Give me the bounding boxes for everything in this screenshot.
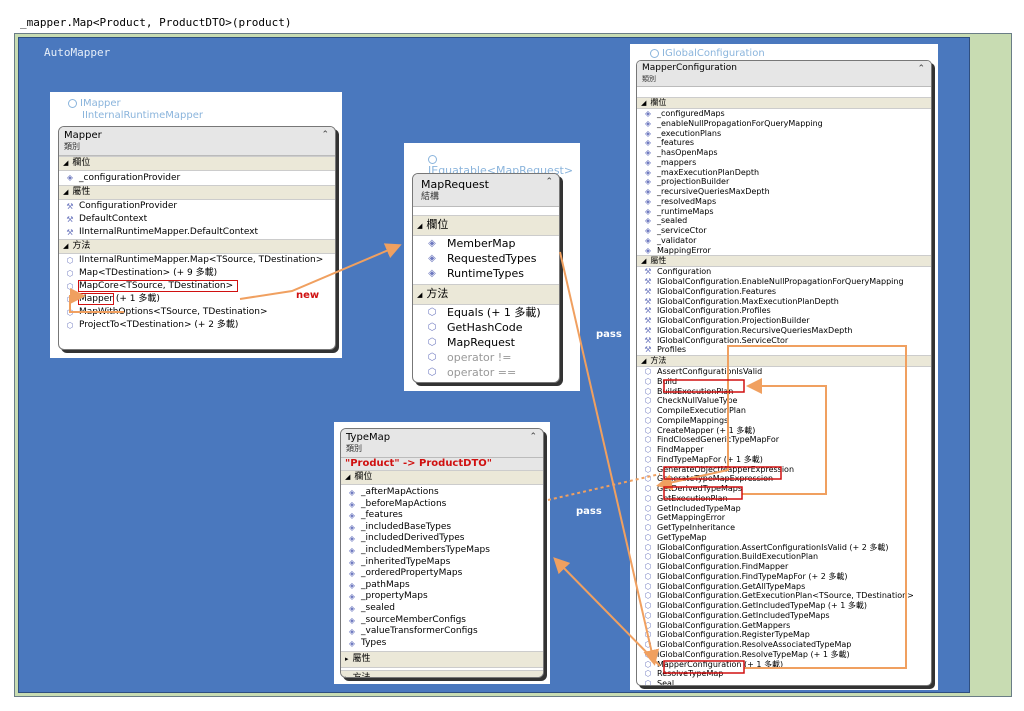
highlight-buildexecutionplan	[663, 379, 745, 393]
highlight-getexecutionplan	[663, 486, 743, 500]
arrow-loop-getexecutionplan-to-buildexecutionplan	[742, 378, 827, 495]
label-pass-2: pass	[576, 506, 602, 517]
dotted-typemap-link	[547, 473, 661, 501]
highlight-resolvetypemap	[663, 660, 745, 674]
label-pass-1: pass	[596, 329, 622, 340]
highlight-generatetypemapexpression	[663, 466, 782, 480]
arrow-maprequest-to-resolvetypemap	[559, 251, 660, 666]
arrow-loop-resolvetypemap-to-getexecutionplan	[656, 345, 907, 669]
arrow-resolvetypemap-to-typemap	[553, 557, 661, 667]
label-new: new	[296, 290, 320, 301]
connector-layer	[69, 243, 907, 674]
arrow-mapper-loop	[69, 288, 124, 313]
